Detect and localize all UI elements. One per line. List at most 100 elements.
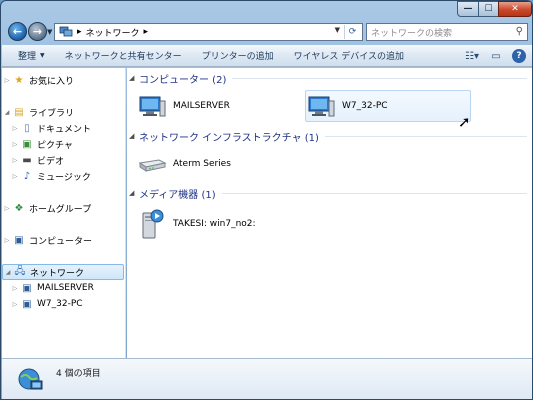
group-title: コンピューター (2) bbox=[139, 74, 227, 86]
group-header-network-infrastructure[interactable]: ◢ ネットワーク インフラストラクチャ (1) bbox=[129, 129, 527, 144]
close-button[interactable]: ✕ bbox=[498, 1, 532, 17]
search-input[interactable]: ネットワークの検索 ⚲ bbox=[366, 23, 528, 41]
nav-item-pictures[interactable]: ▷ ▣ ピクチャ bbox=[10, 136, 132, 152]
nav-label: ホームグループ bbox=[29, 204, 92, 215]
command-bar: 整理 ▼ ネットワークと共有センター プリンターの追加 ワイヤレス デバイスの追… bbox=[2, 45, 532, 67]
library-icon: ▤ bbox=[14, 106, 24, 118]
title-bar: — ☐ ✕ bbox=[1, 1, 532, 19]
chevron-down-icon: ▼ bbox=[40, 52, 45, 59]
music-icon: ♪ bbox=[23, 170, 31, 182]
item-label: W7_32-PC bbox=[342, 101, 388, 111]
nav-label: コンピューター bbox=[29, 236, 93, 247]
group-header-media-devices[interactable]: ◢ メディア機器 (1) bbox=[129, 186, 527, 201]
group-divider bbox=[324, 135, 527, 137]
collapse-arrow-icon[interactable]: ◢ bbox=[2, 109, 12, 116]
organize-button[interactable]: 整理 ▼ bbox=[8, 45, 55, 67]
video-icon: ▬ bbox=[22, 154, 32, 166]
expand-arrow-icon[interactable]: ▷ bbox=[2, 237, 12, 244]
organize-label: 整理 bbox=[18, 52, 37, 62]
expand-arrow-icon[interactable]: ▷ bbox=[10, 157, 20, 164]
media-server-icon bbox=[142, 209, 164, 239]
maximize-button[interactable]: ☐ bbox=[478, 1, 499, 17]
back-button[interactable]: ← bbox=[8, 22, 27, 41]
expand-arrow-icon[interactable]: ▷ bbox=[2, 77, 12, 84]
group-collapse-icon[interactable]: ◢ bbox=[129, 132, 139, 140]
recent-pages-dropdown-icon[interactable]: ▼ bbox=[47, 28, 52, 36]
picture-icon: ▣ bbox=[22, 138, 32, 150]
nav-item-music[interactable]: ▷ ♪ ミュージック bbox=[10, 168, 132, 184]
add-wireless-device-button[interactable]: ワイヤレス デバイスの追加 bbox=[284, 45, 414, 67]
item-takesi-media[interactable]: TAKESI: win7_no2: bbox=[137, 206, 337, 242]
status-bar: 4 個の項目 bbox=[2, 358, 532, 399]
expand-arrow-icon[interactable]: ▷ bbox=[2, 205, 12, 212]
nav-item-libraries[interactable]: ◢ ▤ ライブラリ bbox=[2, 104, 124, 120]
computer-icon: ▣ bbox=[22, 298, 32, 310]
nav-item-network[interactable]: ◢ 🖧 ネットワーク bbox=[2, 264, 124, 280]
nav-label: W7_32-PC bbox=[37, 299, 83, 309]
network-icon: 🖧 bbox=[14, 265, 26, 277]
group-divider bbox=[232, 77, 527, 79]
nav-label: ネットワーク bbox=[30, 268, 85, 279]
nav-item-mailserver[interactable]: ▷ ▣ MAILSERVER bbox=[10, 280, 132, 296]
computer-icon bbox=[139, 96, 166, 117]
homegroup-icon: ❖ bbox=[14, 202, 24, 214]
nav-item-videos[interactable]: ▷ ▬ ビデオ bbox=[10, 152, 132, 168]
item-label: TAKESI: win7_no2: bbox=[173, 219, 256, 229]
network-sharing-center-button[interactable]: ネットワークと共有センター bbox=[55, 45, 192, 67]
search-placeholder: ネットワークの検索 bbox=[371, 28, 453, 39]
breadcrumb-child-arrow-icon[interactable]: ▸ bbox=[144, 27, 149, 37]
group-divider bbox=[221, 192, 527, 194]
address-history-dropdown-icon[interactable]: ▼ bbox=[335, 26, 340, 34]
nav-item-documents[interactable]: ▷ ▯ ドキュメント bbox=[10, 120, 132, 136]
item-label: Aterm Series bbox=[173, 159, 231, 169]
preview-pane-icon[interactable]: ▭ bbox=[488, 48, 504, 64]
item-mailserver[interactable]: MAILSERVER bbox=[137, 90, 297, 122]
nav-label: ライブラリ bbox=[29, 108, 75, 119]
group-collapse-icon[interactable]: ◢ bbox=[129, 74, 139, 82]
nav-label: ピクチャ bbox=[37, 140, 73, 151]
nav-item-computer[interactable]: ▷ ▣ コンピューター bbox=[2, 232, 124, 248]
item-w7-32-pc[interactable]: W7_32-PC bbox=[305, 90, 471, 122]
item-count: 4 個の項目 bbox=[56, 368, 101, 379]
item-label: MAILSERVER bbox=[173, 101, 230, 111]
minimize-button[interactable]: — bbox=[457, 1, 479, 17]
expand-arrow-icon[interactable]: ▷ bbox=[10, 285, 20, 292]
back-arrow-icon: ← bbox=[12, 25, 23, 38]
computer-icon bbox=[308, 96, 335, 117]
mouse-pointer-icon: ➚ bbox=[458, 113, 471, 131]
network-icon bbox=[59, 26, 73, 37]
group-header-computers[interactable]: ◢ コンピューター (2) bbox=[129, 71, 527, 86]
item-aterm-series[interactable]: Aterm Series bbox=[137, 148, 297, 180]
expand-arrow-icon[interactable]: ▷ bbox=[10, 125, 20, 132]
network-globe-icon bbox=[18, 368, 43, 390]
computer-icon: ▣ bbox=[14, 234, 24, 246]
help-icon[interactable]: ? bbox=[512, 49, 526, 63]
nav-item-w7-32-pc[interactable]: ▷ ▣ W7_32-PC bbox=[10, 296, 132, 312]
address-crumb-arrow-icon[interactable]: ▸ bbox=[77, 27, 82, 37]
star-icon: ★ bbox=[14, 74, 24, 86]
expand-arrow-icon[interactable]: ▷ bbox=[10, 301, 20, 308]
forward-arrow-icon: → bbox=[32, 25, 43, 38]
address-bar[interactable]: ▸ ネットワーク ▸ ▼ ⟳ bbox=[54, 23, 363, 41]
nav-item-homegroup[interactable]: ▷ ❖ ホームグループ bbox=[2, 200, 124, 216]
breadcrumb-network[interactable]: ネットワーク bbox=[86, 26, 140, 39]
document-icon: ▯ bbox=[24, 122, 30, 134]
router-icon bbox=[138, 159, 167, 172]
add-printer-button[interactable]: プリンターの追加 bbox=[192, 45, 284, 67]
nav-label: ドキュメント bbox=[37, 124, 92, 135]
nav-item-favorites[interactable]: ▷ ★ お気に入り bbox=[2, 72, 124, 88]
refresh-button[interactable]: ⟳ bbox=[344, 25, 360, 39]
nav-label: お気に入り bbox=[29, 76, 75, 87]
group-title: ネットワーク インフラストラクチャ (1) bbox=[139, 132, 319, 144]
view-controls: ☷▾ ▭ ? bbox=[464, 48, 526, 64]
expand-arrow-icon[interactable]: ▷ bbox=[10, 173, 20, 180]
collapse-arrow-icon[interactable]: ◢ bbox=[3, 269, 13, 276]
search-icon[interactable]: ⚲ bbox=[516, 26, 523, 37]
forward-button[interactable]: → bbox=[28, 22, 47, 41]
navigation-pane: ▷ ★ お気に入り ◢ ▤ ライブラリ ▷ ▯ ドキュメント ▷ ▣ ピクチャ … bbox=[2, 68, 126, 358]
expand-arrow-icon[interactable]: ▷ bbox=[10, 141, 20, 148]
nav-label: ミュージック bbox=[37, 172, 91, 183]
group-collapse-icon[interactable]: ◢ bbox=[129, 189, 139, 197]
change-view-icon[interactable]: ☷▾ bbox=[464, 48, 480, 64]
content-pane: ◢ コンピューター (2) MAILSERVER W7_32-PC ◢ ネットワ… bbox=[127, 68, 532, 358]
